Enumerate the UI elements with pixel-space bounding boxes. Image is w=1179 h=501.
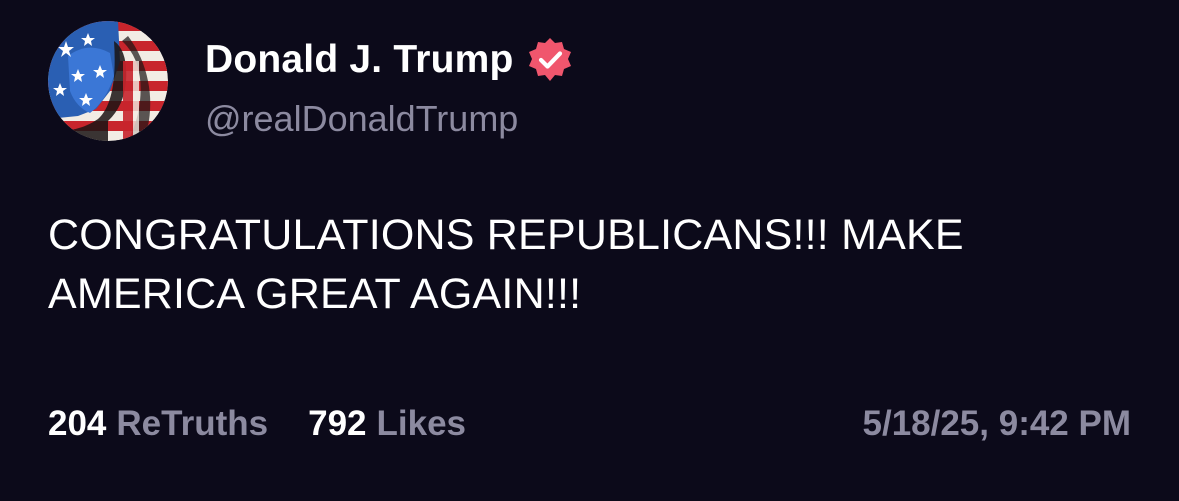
- likes-stat[interactable]: 792 Likes: [308, 404, 466, 444]
- retruths-label: ReTruths: [116, 404, 269, 443]
- post-body-text: CONGRATULATIONS REPUBLICANS!!! MAKE AMER…: [48, 211, 964, 318]
- post-card: Donald J. Trump @realDonaldTrump CONGRAT…: [0, 0, 1179, 501]
- author-avatar[interactable]: [48, 21, 168, 141]
- avatar-flag-portrait-icon: [48, 21, 168, 141]
- retruths-count: 204: [48, 404, 107, 443]
- likes-count: 792: [308, 404, 367, 443]
- author-display-name[interactable]: Donald J. Trump: [205, 38, 514, 82]
- verified-badge-icon: [528, 38, 571, 81]
- author-name-row: Donald J. Trump: [205, 34, 574, 86]
- retruths-stat[interactable]: 204 ReTruths: [48, 404, 268, 444]
- author-handle[interactable]: @realDonaldTrump: [205, 98, 518, 140]
- post-timestamp: 5/18/25, 9:42 PM: [862, 404, 1132, 443]
- post-stats: 204 ReTruths 792 Likes: [48, 404, 466, 444]
- likes-label: Likes: [376, 404, 467, 443]
